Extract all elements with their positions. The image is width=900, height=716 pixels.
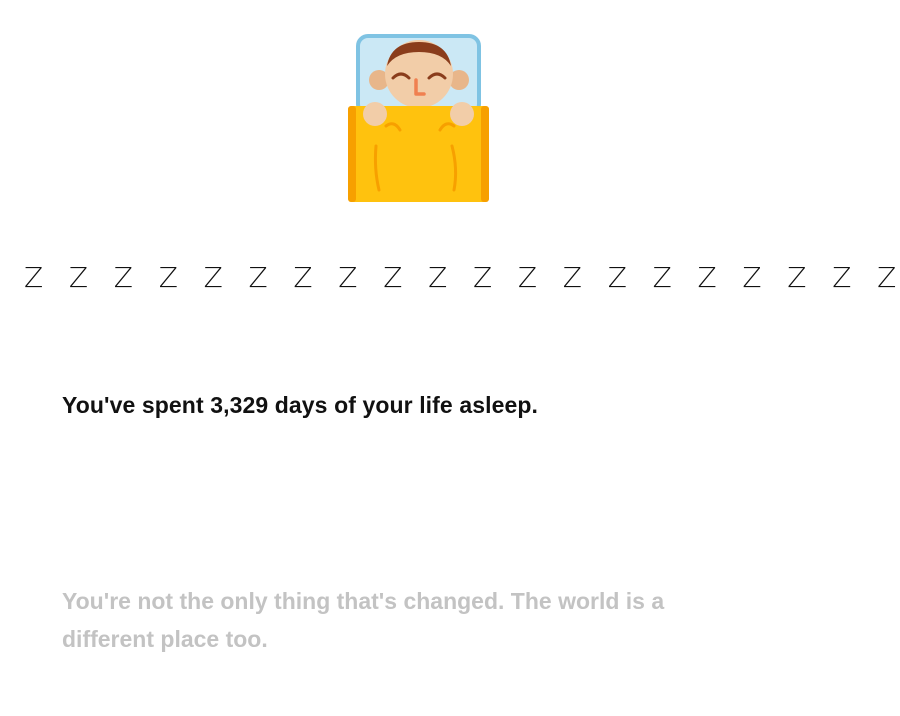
z-glyph: Z [203, 261, 223, 294]
z-glyph: Z [697, 261, 717, 294]
z-glyph: Z [158, 261, 178, 294]
z-glyph: Z [113, 261, 133, 294]
z-glyph: Z [652, 261, 672, 294]
z-glyph: Z [248, 261, 268, 294]
z-glyph: Z [832, 261, 852, 294]
z-glyph: Z [68, 261, 89, 294]
z-glyph: Z [473, 261, 493, 294]
z-glyph: Z [517, 261, 538, 294]
z-glyph: Z [338, 261, 358, 294]
z-glyph: Z [607, 261, 627, 294]
z-glyph: Z [877, 261, 897, 294]
world-changed-caption: You're not the only thing that's changed… [62, 588, 665, 652]
sleep-days-stat: You've spent 3,329 days of your life asl… [62, 392, 539, 418]
z-glyph: Z [742, 261, 762, 294]
z-glyph: Z [787, 261, 807, 294]
z-glyph: Z [428, 261, 448, 294]
z-glyph: Z [383, 261, 403, 294]
z-glyph: Z [24, 261, 44, 294]
z-glyph: Z [562, 261, 582, 294]
sleeping-in-bed-icon [346, 34, 491, 204]
zzz-row: ZZZZZZZZZZZZZZZZZZZZ [0, 258, 900, 298]
z-glyph: Z [293, 261, 313, 294]
